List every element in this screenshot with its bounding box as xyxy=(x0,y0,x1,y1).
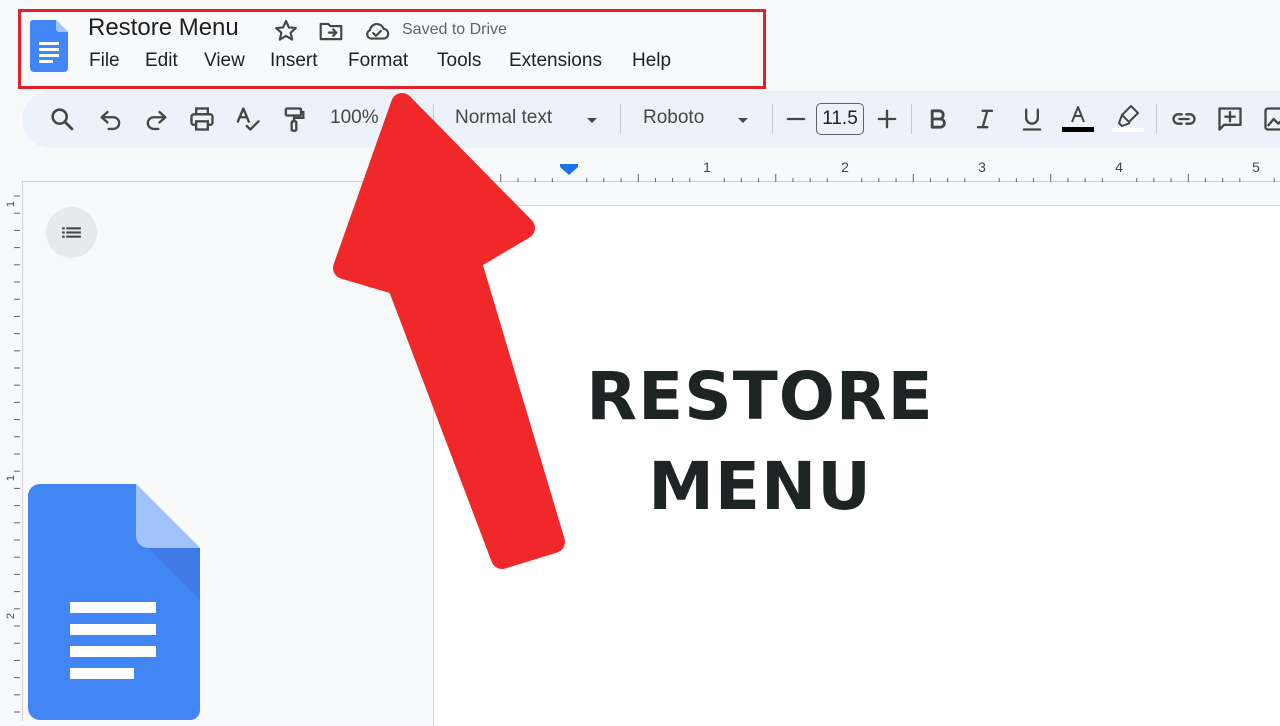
page-heading-line: MENU xyxy=(560,442,960,532)
google-docs-logo-icon xyxy=(28,484,200,720)
toolbar-divider xyxy=(1156,104,1157,134)
menu-view[interactable]: View xyxy=(204,50,245,72)
add-comment-icon[interactable] xyxy=(1216,105,1244,133)
insert-image-icon[interactable] xyxy=(1262,105,1280,133)
decrease-font-size-icon[interactable] xyxy=(782,105,810,133)
text-color-icon[interactable] xyxy=(1062,102,1094,134)
search-icon[interactable] xyxy=(48,105,76,133)
ruler-label: 1 xyxy=(5,475,17,481)
ruler-label: 2 xyxy=(841,159,849,175)
italic-icon[interactable] xyxy=(971,105,999,133)
menu-format[interactable]: Format xyxy=(348,50,408,72)
cloud-saved-icon[interactable] xyxy=(364,18,390,44)
ruler-label: 1 xyxy=(5,201,17,207)
chevron-down-icon[interactable] xyxy=(731,108,755,132)
toolbar-divider xyxy=(620,104,621,134)
toolbar-divider xyxy=(772,104,773,134)
highlight-icon[interactable] xyxy=(1112,102,1144,134)
font-family-select[interactable]: Roboto xyxy=(643,107,704,129)
ruler-label: 1 xyxy=(703,159,711,175)
ruler-label: 3 xyxy=(978,159,986,175)
increase-font-size-icon[interactable] xyxy=(873,105,901,133)
menu-extensions[interactable]: Extensions xyxy=(509,50,602,72)
toolbar-divider xyxy=(911,104,912,134)
menu-insert[interactable]: Insert xyxy=(270,50,318,72)
vertical-ruler[interactable]: 1 1 2 xyxy=(0,190,22,720)
paint-format-icon[interactable] xyxy=(280,105,308,133)
redo-icon[interactable] xyxy=(142,105,170,133)
ruler-label: 2 xyxy=(5,613,17,619)
move-folder-icon[interactable] xyxy=(318,18,344,44)
chevron-down-icon[interactable] xyxy=(580,108,604,132)
undo-icon[interactable] xyxy=(97,105,125,133)
font-size-input[interactable]: 11.5 xyxy=(816,103,864,135)
document-outline-button[interactable] xyxy=(46,207,97,258)
canvas-border xyxy=(22,181,23,721)
ruler-label: 4 xyxy=(1115,159,1123,175)
star-icon[interactable] xyxy=(273,18,299,44)
link-icon[interactable] xyxy=(1170,105,1198,133)
underline-icon[interactable] xyxy=(1018,105,1046,133)
ruler-label: 5 xyxy=(1252,159,1260,175)
red-arrow-pointer xyxy=(320,90,580,570)
menu-help[interactable]: Help xyxy=(632,50,671,72)
menu-edit[interactable]: Edit xyxy=(145,50,178,72)
list-icon xyxy=(59,220,84,245)
spellcheck-icon[interactable] xyxy=(234,105,262,133)
bold-icon[interactable] xyxy=(924,105,952,133)
save-status: Saved to Drive xyxy=(402,21,507,39)
docs-logo-icon[interactable] xyxy=(30,20,68,72)
menu-file[interactable]: File xyxy=(89,50,120,72)
print-icon[interactable] xyxy=(188,105,216,133)
page-heading-line: RESTORE xyxy=(560,352,960,442)
menu-tools[interactable]: Tools xyxy=(437,50,481,72)
document-title[interactable]: Restore Menu xyxy=(88,14,239,42)
page-heading: RESTORE MENU xyxy=(560,352,960,532)
